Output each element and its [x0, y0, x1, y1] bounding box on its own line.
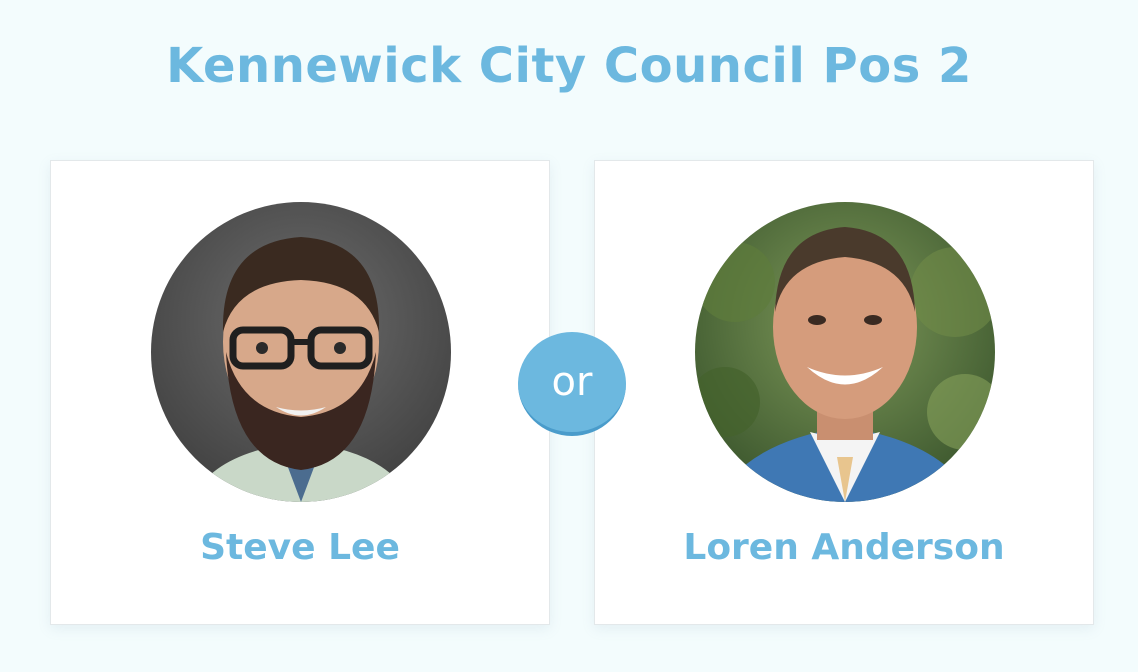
candidate-photo — [151, 202, 451, 502]
candidate-name: Loren Anderson — [683, 527, 1005, 568]
or-badge: or — [518, 332, 626, 436]
page-title: Kennewick City Council Pos 2 — [166, 38, 972, 94]
candidate-card-steve-lee[interactable]: Steve Lee — [50, 160, 550, 625]
candidate-photo-image — [695, 202, 995, 502]
candidate-card-loren-anderson[interactable]: Loren Anderson — [594, 160, 1094, 625]
candidate-name: Steve Lee — [200, 527, 400, 568]
candidate-photo-image — [151, 202, 451, 502]
candidate-photo — [695, 202, 995, 502]
